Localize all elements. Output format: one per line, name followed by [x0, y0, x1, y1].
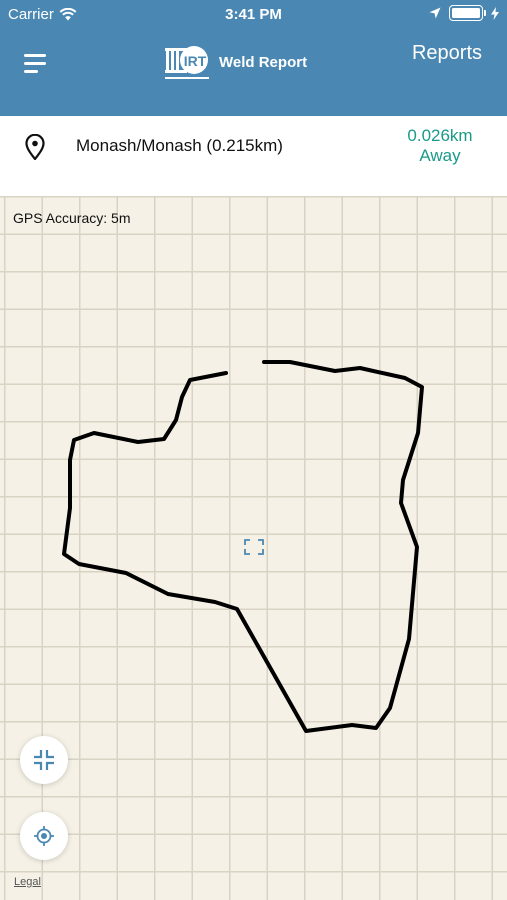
collapse-icon	[34, 750, 54, 770]
map-view[interactable]: GPS Accuracy: 5m Legal	[0, 196, 507, 900]
status-right-group	[429, 5, 499, 21]
menu-button[interactable]	[24, 52, 50, 76]
location-arrow-icon	[429, 7, 441, 19]
charging-bolt-icon	[491, 6, 499, 20]
app-header: Carrier 3:41 PM IRT Weld Report Reports	[0, 0, 507, 116]
location-pin-icon	[25, 134, 45, 160]
battery-icon	[449, 5, 486, 21]
locate-me-button[interactable]	[20, 812, 68, 860]
status-bar: Carrier 3:41 PM	[0, 0, 507, 30]
brand-title: Weld Report	[219, 53, 308, 71]
navigation-bar: IRT Weld Report Reports	[0, 30, 507, 116]
location-name: Monash/Monash (0.215km)	[76, 136, 283, 155]
menu-icon	[24, 54, 46, 57]
distance-value: 0.026km	[407, 126, 473, 145]
irt-logo-mark: IRT	[165, 44, 211, 80]
logo-text: IRT	[183, 53, 207, 69]
collapse-map-button[interactable]	[20, 736, 68, 784]
location-bar: Monash/Monash (0.215km) 0.026km Away	[0, 116, 507, 196]
distance-readout: 0.026km Away	[395, 126, 485, 166]
center-target-icon	[244, 539, 264, 555]
legal-link[interactable]: Legal	[14, 876, 41, 888]
locate-icon	[34, 826, 54, 846]
distance-suffix: Away	[419, 146, 461, 165]
track-segment-main	[62, 360, 424, 733]
reports-button[interactable]: Reports	[412, 42, 482, 65]
app-logo: IRT Weld Report	[165, 44, 307, 80]
